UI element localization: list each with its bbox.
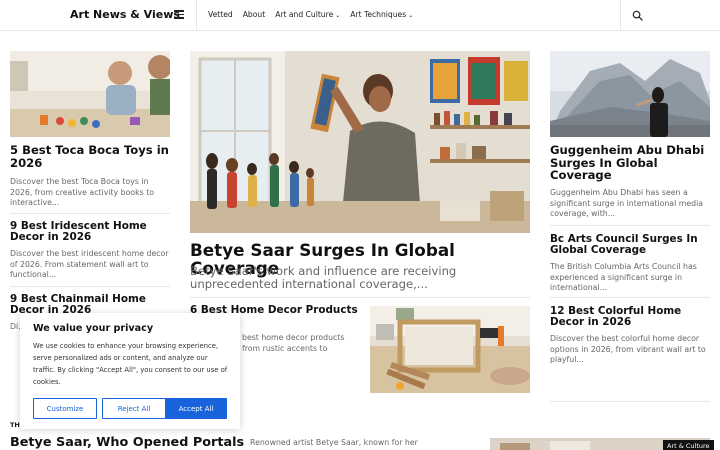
nav-item-vetted[interactable]: Vetted <box>208 10 233 19</box>
section-label: TH <box>10 421 20 429</box>
article-title[interactable]: 5 Best Toca Boca Toys in 2026 <box>10 144 175 169</box>
divider <box>550 297 710 298</box>
toca-boca-toys-image[interactable] <box>10 51 170 137</box>
main-nav: Vetted About Art and Culture ⌄ Art Techni… <box>208 10 413 19</box>
article-excerpt: Guggenheim Abu Dhabi has seen a signific… <box>550 188 704 219</box>
article-title[interactable]: Betye Saar, Who Opened Portals <box>10 436 250 450</box>
header-divider <box>196 0 197 31</box>
article-excerpt: Discover the best Toca Boca toys in 2026… <box>10 177 155 208</box>
site-header: Art News & Views Vetted About Art and Cu… <box>0 0 720 31</box>
betye-saar-feature-image[interactable] <box>190 51 530 233</box>
divider <box>550 401 710 402</box>
divider <box>550 225 710 226</box>
header-divider <box>620 0 621 31</box>
site-brand[interactable]: Art News & Views <box>70 8 180 21</box>
article-excerpt: The British Columbia Arts Council has ex… <box>550 262 697 293</box>
article-excerpt: best home decor products from rustic acc… <box>242 333 345 353</box>
nav-item-art-and-culture[interactable]: Art and Culture ⌄ <box>275 10 340 19</box>
divider <box>190 297 530 298</box>
article-title[interactable]: 12 Best Colorful Home Decor in 2026 <box>550 305 710 328</box>
guggenheim-abu-dhabi-image[interactable] <box>550 51 710 137</box>
chevron-down-icon: ⌄ <box>335 12 341 19</box>
article-excerpt: Discover the best colorful home decor op… <box>550 334 706 365</box>
article-excerpt: Discover the best iridescent home decor … <box>10 249 169 280</box>
accept-all-button[interactable]: Accept All <box>165 398 227 419</box>
search-icon[interactable] <box>632 10 643 21</box>
article-title[interactable]: 9 Best Iridescent Home Decor in 2026 <box>10 220 170 243</box>
divider <box>10 286 170 287</box>
nav-item-about[interactable]: About <box>243 10 265 19</box>
article-title[interactable]: Guggenheim Abu Dhabi Surges In Global Co… <box>550 144 715 182</box>
article-excerpt: Renowned artist Betye Saar, known for he… <box>250 438 418 447</box>
reject-all-button[interactable]: Reject All <box>102 398 166 419</box>
hamburger-icon[interactable] <box>174 10 184 19</box>
nav-item-art-techniques[interactable]: Art Techniques ⌄ <box>350 10 413 19</box>
divider <box>10 213 170 214</box>
home-decor-image[interactable] <box>370 306 530 393</box>
feature-excerpt: Betye Saar's work and influence are rece… <box>190 264 457 292</box>
chevron-down-icon: ⌄ <box>408 12 414 19</box>
cookie-consent-dialog: We value your privacy We use cookies to … <box>20 313 240 429</box>
cookie-title: We value your privacy <box>33 323 154 334</box>
article-title[interactable]: Bc Arts Council Surges In Global Coverag… <box>550 233 710 256</box>
customize-button[interactable]: Customize <box>33 398 97 419</box>
category-badge[interactable]: Art & Culture <box>663 440 714 450</box>
cookie-text: We use cookies to enhance your browsing … <box>33 342 228 386</box>
